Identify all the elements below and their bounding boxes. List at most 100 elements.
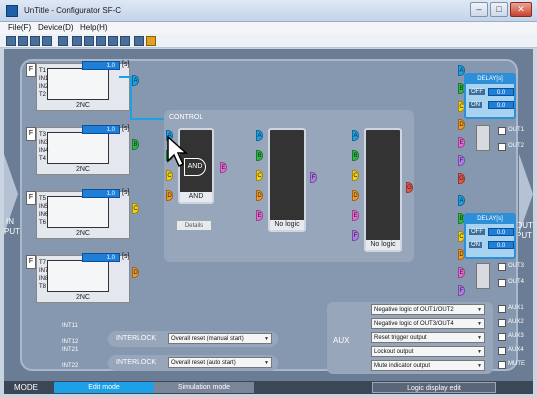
- close-button[interactable]: ✕: [510, 2, 532, 17]
- input-type-label: 2NC: [75, 230, 90, 237]
- output-label: OUT3: [508, 263, 525, 269]
- interlock-mode-dropdown[interactable]: Overall reset (manual start) ▼: [168, 333, 272, 344]
- dropdown-value: Mute indicator output: [374, 363, 431, 369]
- read-device-icon[interactable]: [72, 36, 82, 46]
- report-icon[interactable]: [134, 36, 144, 46]
- output-select-bubble[interactable]: F: [458, 285, 465, 296]
- verify-icon[interactable]: [96, 36, 106, 46]
- maximize-button[interactable]: □: [490, 2, 508, 17]
- menu-file[interactable]: File(F): [8, 23, 31, 32]
- logic-display-edit-button[interactable]: Logic display edit: [372, 382, 496, 393]
- logic-input-bubble[interactable]: F: [352, 230, 359, 241]
- dropdown-value: Overall reset (manual start): [171, 336, 244, 342]
- save-icon[interactable]: [30, 36, 40, 46]
- mouse-cursor-icon: [167, 135, 188, 168]
- monitor-icon[interactable]: [108, 36, 118, 46]
- delay-off-field[interactable]: 0.0: [488, 88, 514, 96]
- output-side-label-top: OUT: [516, 221, 533, 230]
- menu-help[interactable]: Help(H): [80, 23, 108, 32]
- print-icon[interactable]: [58, 36, 68, 46]
- control-title: CONTROL: [169, 114, 204, 121]
- menu-device[interactable]: Device(D): [38, 23, 74, 32]
- input-pin: T6: [39, 220, 47, 226]
- settings-icon[interactable]: [120, 36, 130, 46]
- logic-input-bubble[interactable]: D: [352, 190, 359, 201]
- new-file-icon[interactable]: [6, 36, 16, 46]
- output-select-bubble[interactable]: A: [458, 195, 465, 206]
- logic-input-bubble[interactable]: B: [352, 150, 359, 161]
- input-block-3[interactable]: T5 IN5 IN6 T6 2NC: [36, 191, 130, 239]
- output-select-bubble[interactable]: E: [458, 267, 465, 278]
- interlock-row-2: INTERLOCK Overall reset (auto start) ▼: [108, 355, 278, 371]
- discrepancy-time-field[interactable]: 1.0: [82, 189, 120, 198]
- aux-dropdown-3[interactable]: Reset trigger output ▼: [371, 332, 485, 343]
- function-tab-4[interactable]: F: [26, 255, 36, 269]
- logic-input-bubble[interactable]: E: [352, 210, 359, 221]
- input-pin: IN6: [39, 212, 49, 218]
- write-device-icon[interactable]: [84, 36, 94, 46]
- input-signal-bubble[interactable]: B: [132, 139, 139, 150]
- output-select-bubble[interactable]: F: [458, 155, 465, 166]
- aux-pin-label: AUX1: [508, 305, 524, 311]
- input-pin: IN4: [39, 148, 49, 154]
- input-signal-bubble[interactable]: D: [132, 267, 139, 278]
- input-pin: IN5: [39, 204, 49, 210]
- warning-icon[interactable]: [146, 36, 156, 46]
- aux-dropdown-4[interactable]: Lockout output ▼: [371, 346, 485, 357]
- logic-input-bubble[interactable]: C: [256, 170, 263, 181]
- logic-output-bubble[interactable]: F: [310, 172, 317, 183]
- app-icon: [6, 5, 18, 17]
- logic-input-bubble[interactable]: D: [256, 190, 263, 201]
- input-block-2[interactable]: T3 IN3 IN4 T4 2NC: [36, 127, 130, 175]
- discrepancy-time-field[interactable]: 1.0: [82, 253, 120, 262]
- logic-input-bubble[interactable]: E: [256, 210, 263, 221]
- output-side-label-bottom: PUT: [516, 231, 532, 240]
- input-pin: T1: [39, 68, 47, 74]
- input-signal-bubble[interactable]: C: [132, 203, 139, 214]
- logic-block-2[interactable]: No logic: [268, 128, 306, 232]
- aux-dropdown-5[interactable]: Mute indicator output ▼: [371, 360, 485, 371]
- edit-mode-button[interactable]: Edit mode: [54, 382, 154, 393]
- delay-on-field[interactable]: 0.0: [488, 241, 514, 249]
- output-select-bubble[interactable]: E: [458, 137, 465, 148]
- save-as-icon[interactable]: [42, 36, 52, 46]
- output-select-bubble[interactable]: G: [458, 173, 465, 184]
- delay-title: DELAY[s]: [466, 215, 514, 224]
- logic-input-bubble[interactable]: D: [166, 190, 173, 201]
- simulation-mode-button[interactable]: Simulation mode: [154, 382, 254, 393]
- details-button[interactable]: Details: [176, 220, 212, 231]
- interlock-mode-dropdown[interactable]: Overall reset (auto start) ▼: [168, 357, 272, 368]
- logic-input-bubble[interactable]: A: [256, 130, 263, 141]
- logic-input-bubble[interactable]: C: [352, 170, 359, 181]
- function-tab-3[interactable]: F: [26, 191, 36, 205]
- interlock-pin: INT21: [62, 347, 79, 353]
- chevron-down-icon: ▼: [477, 321, 482, 327]
- delay-on-field[interactable]: 0.0: [488, 101, 514, 109]
- minimize-button[interactable]: –: [470, 2, 488, 17]
- output-label: OUT4: [508, 279, 525, 285]
- function-tab-2[interactable]: F: [26, 127, 36, 141]
- logic-output-bubble[interactable]: G: [406, 182, 413, 193]
- function-tab-1[interactable]: F: [26, 63, 36, 77]
- aux-dropdown-1[interactable]: Negative logic of OUT1/OUT2 ▼: [371, 304, 485, 315]
- aux-terminal: [498, 319, 506, 327]
- logic-input-bubble[interactable]: A: [352, 130, 359, 141]
- logic-block-3[interactable]: No logic: [364, 128, 402, 252]
- discrepancy-time-field[interactable]: 1.0: [82, 125, 120, 134]
- aux-dropdown-2[interactable]: Negative logic of OUT3/OUT4 ▼: [371, 318, 485, 329]
- open-file-icon[interactable]: [18, 36, 28, 46]
- logic-block-label: No logic: [270, 220, 304, 230]
- logic-input-bubble[interactable]: B: [256, 150, 263, 161]
- delay-off-field[interactable]: 0.0: [488, 228, 514, 236]
- aux-pin-label: AUX3: [508, 333, 524, 339]
- output-terminal: [498, 279, 506, 287]
- input-block-4[interactable]: T7 IN7 IN8 T8 2NC: [36, 255, 130, 303]
- time-unit-label: [s]: [122, 189, 130, 196]
- aux-panel: AUX Negative logic of OUT1/OUT2 ▼ Negativ…: [327, 302, 493, 374]
- output-select-bubble[interactable]: D: [458, 119, 465, 130]
- logic-input-bubble[interactable]: C: [166, 170, 173, 181]
- output-label: OUT2: [508, 143, 525, 149]
- logic-output-bubble[interactable]: E: [220, 162, 227, 173]
- input-block-1[interactable]: T1 IN1 IN2 T2 2NC: [36, 63, 130, 111]
- discrepancy-time-field[interactable]: 1.0: [82, 61, 120, 70]
